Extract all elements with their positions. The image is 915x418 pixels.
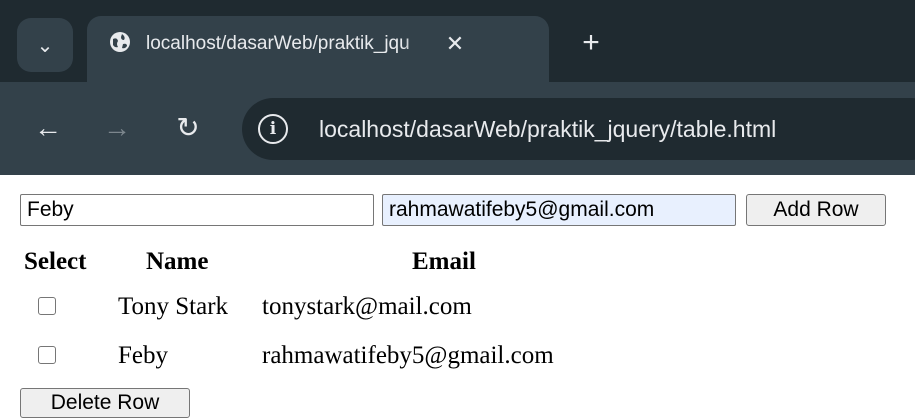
url-text[interactable]: localhost/dasarWeb/praktik_jquery/table.…: [319, 114, 776, 144]
close-tab-icon[interactable]: ✕: [440, 29, 470, 59]
tab-title: localhost/dasarWeb/praktik_jqu: [146, 33, 410, 54]
new-tab-button[interactable]: +: [572, 24, 610, 62]
row-name: Tony Stark: [118, 293, 229, 320]
email-input[interactable]: [382, 194, 736, 226]
browser-toolbar: ← → ↻ i localhost/dasarWeb/praktik_jquer…: [0, 82, 915, 175]
name-input[interactable]: [20, 194, 374, 226]
chevron-down-icon: ⌄: [36, 34, 54, 57]
row-email: tonystark@mail.com: [262, 293, 472, 320]
row-email: rahmawatifeby5@gmail.com: [262, 342, 554, 369]
header-email: Email: [412, 248, 476, 275]
row-name: Feby: [118, 342, 168, 369]
globe-icon: [110, 32, 130, 52]
row-checkbox[interactable]: [38, 346, 56, 364]
tab-strip: ⌄ localhost/dasarWeb/praktik_jqu ✕ +: [0, 0, 915, 82]
header-select: Select: [24, 248, 87, 275]
add-row-button[interactable]: Add Row: [746, 194, 886, 226]
row-checkbox[interactable]: [38, 297, 56, 315]
browser-tab[interactable]: localhost/dasarWeb/praktik_jqu ✕: [87, 16, 549, 82]
page-content: Add Row Select Name Email Tony Stark ton…: [0, 175, 915, 418]
back-arrow-icon[interactable]: ←: [28, 108, 68, 148]
address-bar[interactable]: i localhost/dasarWeb/praktik_jquery/tabl…: [242, 98, 915, 160]
delete-row-button[interactable]: Delete Row: [20, 388, 190, 418]
tab-title-fade: [403, 28, 433, 60]
reload-icon[interactable]: ↻: [168, 108, 208, 148]
tab-search-button[interactable]: ⌄: [17, 18, 73, 72]
site-info-icon[interactable]: i: [258, 114, 288, 144]
header-name: Name: [146, 248, 209, 275]
forward-arrow-icon[interactable]: →: [97, 108, 137, 148]
